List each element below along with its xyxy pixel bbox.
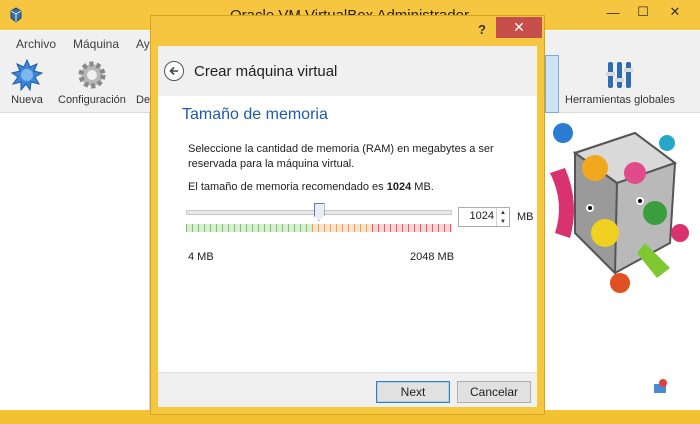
welcome-pane <box>545 113 700 410</box>
memory-unit: MB <box>517 211 534 223</box>
spin-buttons: ▲ ▼ <box>496 208 509 226</box>
recommend-prefix: El tamaño de memoria recomendado es <box>188 181 384 193</box>
maximize-icon[interactable]: ☐ <box>628 0 658 24</box>
menu-maquina[interactable]: Máquina <box>73 37 119 51</box>
new-icon <box>10 58 44 92</box>
gear-icon <box>78 61 106 89</box>
slider-handle[interactable] <box>313 203 325 221</box>
spin-up-icon[interactable]: ▲ <box>497 208 509 217</box>
global-tools-button[interactable]: Herramientas globales <box>565 58 675 106</box>
memory-min-label: 4 MB <box>188 251 214 263</box>
dialog-title: Crear máquina virtual <box>194 63 338 80</box>
tick-range-safe <box>186 224 312 232</box>
tools-icon <box>606 62 634 88</box>
new-label: Nueva <box>11 94 43 106</box>
back-arrow-icon[interactable] <box>164 61 184 81</box>
tick-range-warning <box>312 224 372 232</box>
settings-label: Configuración <box>58 94 126 106</box>
menu-archivo[interactable]: Archivo <box>16 37 56 51</box>
recommend-suffix: MB. <box>414 181 434 193</box>
memory-description: Seleccione la cantidad de memoria (RAM) … <box>188 143 494 170</box>
settings-button[interactable]: Configuración <box>58 58 126 106</box>
memory-max-label: 2048 MB <box>410 251 455 263</box>
spin-down-icon[interactable]: ▼ <box>497 217 509 226</box>
minimize-icon[interactable]: — <box>598 0 628 24</box>
new-button[interactable]: Nueva <box>10 58 44 106</box>
recommend-value: 1024 <box>386 181 412 193</box>
slider-ticks <box>186 224 452 232</box>
next-button[interactable]: Next <box>376 381 450 403</box>
tick-range-danger <box>372 224 452 232</box>
memory-slider[interactable] <box>184 203 454 239</box>
help-button[interactable]: ? <box>469 18 495 40</box>
virtualbox-mascot-illustration <box>550 123 689 293</box>
close-main-icon[interactable]: ✕ <box>660 0 690 24</box>
discard-button[interactable]: De <box>136 58 150 106</box>
status-icon[interactable] <box>652 378 670 396</box>
machine-tools-dropdown[interactable] <box>545 55 559 113</box>
dialog-close-button[interactable]: ✕ <box>496 17 542 38</box>
create-vm-dialog: ? ✕ Crear máquina virtual Tamaño de memo… <box>150 15 545 415</box>
dialog-body: Crear máquina virtual Tamaño de memoria … <box>158 46 537 407</box>
vm-list[interactable] <box>0 113 150 410</box>
menu-ayuda[interactable]: Ay <box>136 37 150 51</box>
virtualbox-icon <box>10 7 22 23</box>
page-title: Tamaño de memoria <box>182 106 328 123</box>
discard-label: De <box>136 94 151 106</box>
cancel-button[interactable]: Cancelar <box>457 381 531 403</box>
dialog-header: Crear máquina virtual <box>158 46 537 96</box>
global-tools-label: Herramientas globales <box>565 94 676 106</box>
memory-spinbox[interactable]: 1024 ▲ ▼ <box>458 207 510 227</box>
recommended-memory-text: El tamaño de memoria recomendado es 1024… <box>188 181 434 193</box>
memory-value[interactable]: 1024 <box>462 210 494 222</box>
dialog-footer: Next Cancelar <box>158 372 537 407</box>
